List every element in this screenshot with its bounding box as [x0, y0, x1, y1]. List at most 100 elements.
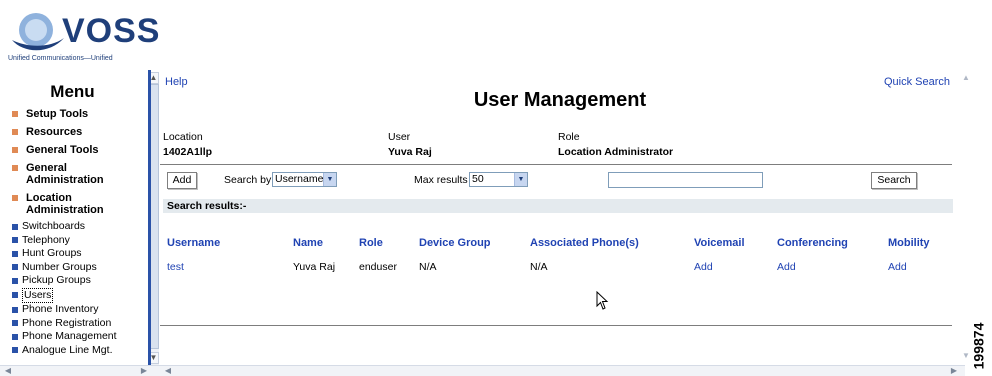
search-by-label: Search by	[224, 174, 272, 186]
submenu-item-phone-registration[interactable]: Phone Registration	[12, 317, 147, 330]
submenu-item-label: Phone Registration	[22, 316, 112, 329]
blue-square-icon	[12, 306, 18, 313]
submenu-item-label: Phone Inventory	[22, 303, 99, 315]
submenu-item-label: Telephony	[22, 233, 70, 246]
role-cell: enduser	[359, 261, 397, 273]
figure-id: 199874	[970, 320, 991, 375]
quick-search-link[interactable]: Quick Search	[884, 76, 950, 88]
submenu-item-number-groups[interactable]: Number Groups	[12, 261, 147, 274]
blue-square-icon	[12, 223, 18, 230]
logo-swoosh-icon	[12, 13, 64, 51]
submenu-item-hunt-groups[interactable]: Hunt Groups	[12, 247, 147, 260]
column-header-associated-phones[interactable]: Associated Phone(s)	[530, 237, 639, 249]
voss-logo: VOSS Unified Communications—Unified	[6, 8, 159, 66]
blue-square-icon	[12, 320, 18, 326]
column-header-device-group[interactable]: Device Group	[419, 237, 491, 249]
max-results-label: Max results	[414, 174, 468, 186]
menu-title: Menu	[50, 82, 95, 101]
column-header-mobility[interactable]: Mobility	[888, 237, 930, 249]
submenu-item-label: Hunt Groups	[22, 247, 82, 259]
menu-item-setup-tools[interactable]: Setup Tools	[12, 108, 147, 120]
max-results-value: 50	[472, 173, 484, 185]
conferencing-add-link[interactable]: Add	[777, 261, 796, 273]
orange-square-icon	[12, 165, 18, 171]
menu-list: Setup Tools Resources General Tools Gene…	[12, 108, 147, 357]
orange-square-icon	[12, 147, 18, 153]
blue-square-icon	[12, 250, 18, 257]
help-link[interactable]: Help	[165, 76, 188, 88]
scroll-right-arrow-icon[interactable]: ▶	[138, 366, 150, 376]
submenu-item-label: Analogue Line Mgt.	[22, 343, 113, 356]
max-results-select[interactable]: 50 ▼	[469, 172, 528, 187]
menu-item-general-tools[interactable]: General Tools	[12, 144, 147, 156]
search-input[interactable]	[608, 172, 763, 188]
menu-item-label: General Administration	[26, 162, 104, 186]
add-button[interactable]: Add	[167, 172, 197, 189]
submenu-item-phone-inventory[interactable]: Phone Inventory	[12, 303, 147, 316]
blue-square-icon	[12, 237, 18, 243]
chevron-down-icon: ▼	[514, 173, 527, 186]
user-value: Yuva Raj	[388, 146, 432, 158]
orange-square-icon	[12, 195, 18, 201]
orange-square-icon	[12, 111, 18, 117]
logo-tagline: Unified Communications—Unified	[8, 55, 113, 62]
results-bottom-line	[160, 325, 952, 326]
location-label: Location	[163, 131, 203, 143]
frame-divider[interactable]	[148, 70, 151, 367]
main-content: Help Quick Search User Management Locati…	[160, 70, 960, 365]
location-admin-submenu: Switchboards Telephony Hunt Groups Numbe…	[12, 220, 147, 357]
scroll-left-arrow-icon[interactable]: ◀	[2, 366, 14, 376]
menu-item-resources[interactable]: Resources	[12, 126, 147, 138]
voicemail-add-link[interactable]: Add	[694, 261, 713, 273]
horizontal-scrollbar[interactable]: ◀ ▶ ◀ ▶	[0, 365, 965, 376]
search-by-value: Username	[275, 173, 324, 185]
username-link[interactable]: test	[167, 261, 184, 273]
scroll-right-arrow-icon[interactable]: ▶	[948, 366, 960, 376]
menu-item-label: General Tools	[26, 144, 99, 156]
column-header-voicemail[interactable]: Voicemail	[694, 237, 745, 249]
device-group-cell: N/A	[419, 261, 437, 273]
submenu-item-telephony[interactable]: Telephony	[12, 234, 147, 247]
submenu-item-label: Pickup Groups	[22, 274, 91, 286]
submenu-item-analogue-line-mgt[interactable]: Analogue Line Mgt.	[12, 344, 147, 357]
role-value: Location Administrator	[558, 146, 674, 158]
role-label: Role	[558, 131, 580, 143]
name-cell: Yuva Raj	[293, 261, 336, 273]
column-header-username[interactable]: Username	[167, 237, 220, 249]
blue-square-icon	[12, 333, 18, 340]
figure-id-text: 199874	[970, 322, 987, 370]
scroll-left-arrow-icon[interactable]: ◀	[162, 366, 174, 376]
separator-line	[160, 164, 952, 165]
column-header-conferencing[interactable]: Conferencing	[777, 237, 848, 249]
associated-phones-cell: N/A	[530, 261, 548, 273]
blue-square-icon	[12, 277, 18, 284]
submenu-item-pickup-groups[interactable]: Pickup Groups	[12, 274, 147, 287]
submenu-item-label: Users	[22, 287, 54, 303]
menu-item-label: Resources	[26, 126, 83, 138]
menu-panel: Menu Setup Tools Resources General Tools…	[0, 70, 160, 376]
submenu-item-switchboards[interactable]: Switchboards	[12, 220, 147, 233]
column-header-name[interactable]: Name	[293, 237, 323, 249]
user-label: User	[388, 131, 411, 143]
search-results-heading: Search results:-	[163, 199, 953, 213]
menu-item-general-administration[interactable]: General Administration	[12, 162, 147, 186]
column-header-role[interactable]: Role	[359, 237, 383, 249]
orange-square-icon	[12, 129, 18, 135]
location-value: 1402A1llp	[163, 146, 213, 158]
mobility-add-link[interactable]: Add	[888, 261, 907, 273]
blue-square-icon	[12, 264, 18, 270]
search-button[interactable]: Search	[871, 172, 917, 189]
scroll-up-arrow-icon[interactable]: ▲	[960, 72, 972, 84]
submenu-item-users[interactable]: Users	[12, 287, 147, 303]
submenu-item-label: Switchboards	[22, 220, 86, 232]
submenu-item-label: Number Groups	[22, 260, 97, 273]
menu-item-label: Location Administration	[26, 192, 104, 216]
submenu-item-label: Phone Management	[22, 330, 117, 342]
logo-wordmark: VOSS	[62, 12, 161, 50]
search-by-select[interactable]: Username ▼	[272, 172, 337, 187]
menu-item-label: Setup Tools	[26, 108, 89, 120]
menu-item-location-administration[interactable]: Location Administration	[12, 192, 147, 216]
chevron-down-icon: ▼	[323, 173, 336, 186]
mouse-cursor-icon	[596, 291, 609, 310]
submenu-item-phone-management[interactable]: Phone Management	[12, 330, 147, 343]
